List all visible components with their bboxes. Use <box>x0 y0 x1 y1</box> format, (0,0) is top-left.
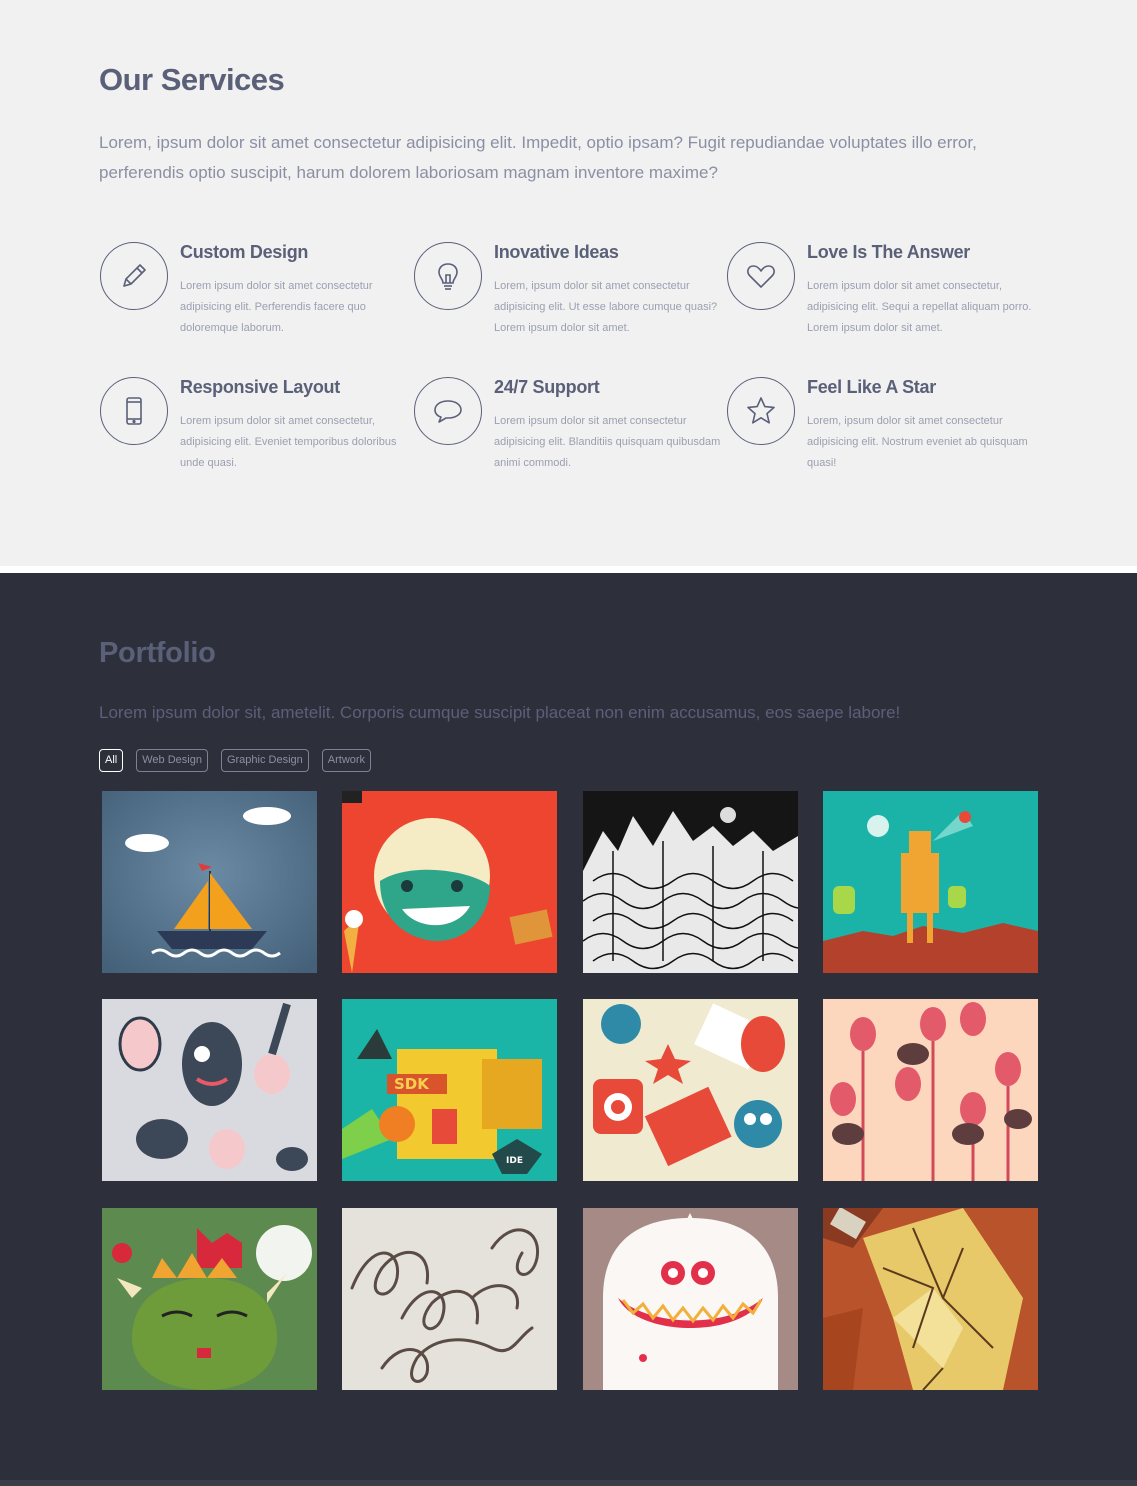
portfolio-item-robots-pattern[interactable] <box>583 999 798 1181</box>
portfolio-item-sailboat[interactable] <box>102 791 317 973</box>
mobile-phone-icon <box>100 377 168 445</box>
service-title: Love Is The Answer <box>807 242 970 262</box>
services-title: Our Services <box>99 62 285 97</box>
portfolio-filters: All Web Design Graphic Design Artwork <box>99 749 372 772</box>
lightbulb-icon <box>414 242 482 310</box>
service-support: 24/7 Support Lorem ipsum dolor sit amet … <box>414 377 720 487</box>
filter-artwork[interactable]: Artwork <box>321 749 372 772</box>
portfolio-intro: Lorem ipsum dolor sit, ametelit. Corpori… <box>99 703 901 722</box>
service-custom-design: Custom Design Lorem ipsum dolor sit amet… <box>100 242 400 352</box>
service-title: Feel Like A Star <box>807 377 936 397</box>
star-icon <box>727 377 795 445</box>
portfolio-section: Portfolio Lorem ipsum dolor sit, ameteli… <box>0 573 1137 1480</box>
portfolio-item-monsters-pattern[interactable] <box>102 999 317 1181</box>
heart-icon <box>727 242 795 310</box>
service-title: Inovative Ideas <box>494 242 619 262</box>
service-feel-like-a-star: Feel Like A Star Lorem, ipsum dolor sit … <box>727 377 1028 487</box>
service-title: Custom Design <box>180 242 309 262</box>
portfolio-item-girl-icecream[interactable] <box>342 791 557 973</box>
footer-strip <box>0 1480 1137 1486</box>
service-text: Lorem, ipsum dolor sit amet consectetur … <box>807 415 1028 469</box>
services-intro: Lorem, ipsum dolor sit amet consectetur … <box>99 133 977 182</box>
svg-text:IDE: IDE <box>506 1156 523 1166</box>
speech-bubble-icon <box>414 377 482 445</box>
filter-graphic-design[interactable]: Graphic Design <box>220 749 309 772</box>
service-inovative-ideas: Inovative Ideas Lorem, ipsum dolor sit a… <box>414 242 717 352</box>
service-text: Lorem, ipsum dolor sit amet consectetur … <box>494 280 718 334</box>
portfolio-item-broken-glass[interactable] <box>823 1208 1038 1390</box>
service-title: Responsive Layout <box>180 377 340 397</box>
pencil-icon <box>100 242 168 310</box>
portfolio-item-ribbon-lettering[interactable] <box>342 1208 557 1390</box>
filter-web-design[interactable]: Web Design <box>136 749 208 772</box>
portfolio-item-birds-eggs[interactable] <box>823 999 1038 1181</box>
service-text: Lorem ipsum dolor sit amet consectetur a… <box>180 280 373 334</box>
services-section: Our Services Lorem, ipsum dolor sit amet… <box>0 0 1137 566</box>
portfolio-title: Portfolio <box>99 637 216 669</box>
portfolio-item-monster-castle[interactable] <box>102 1208 317 1390</box>
service-text: Lorem ipsum dolor sit amet consectetur, … <box>807 280 1032 334</box>
service-text: Lorem ipsum dolor sit amet consectetur a… <box>494 415 721 469</box>
portfolio-item-sdk-city[interactable]: SDK IDE <box>342 999 557 1181</box>
service-title: 24/7 Support <box>494 377 600 397</box>
portfolio-item-robot[interactable] <box>823 791 1038 973</box>
portfolio-item-white-monster[interactable] <box>583 1208 798 1390</box>
portfolio-item-city-lineart[interactable] <box>583 791 798 973</box>
service-love-is-the-answer: Love Is The Answer Lorem ipsum dolor sit… <box>727 242 1031 352</box>
filter-all[interactable]: All <box>99 749 124 772</box>
svg-text:SDK: SDK <box>394 1075 430 1093</box>
service-text: Lorem ipsum dolor sit amet consectetur, … <box>180 415 397 469</box>
section-divider <box>0 566 1137 573</box>
service-responsive-layout: Responsive Layout Lorem ipsum dolor sit … <box>100 377 400 487</box>
